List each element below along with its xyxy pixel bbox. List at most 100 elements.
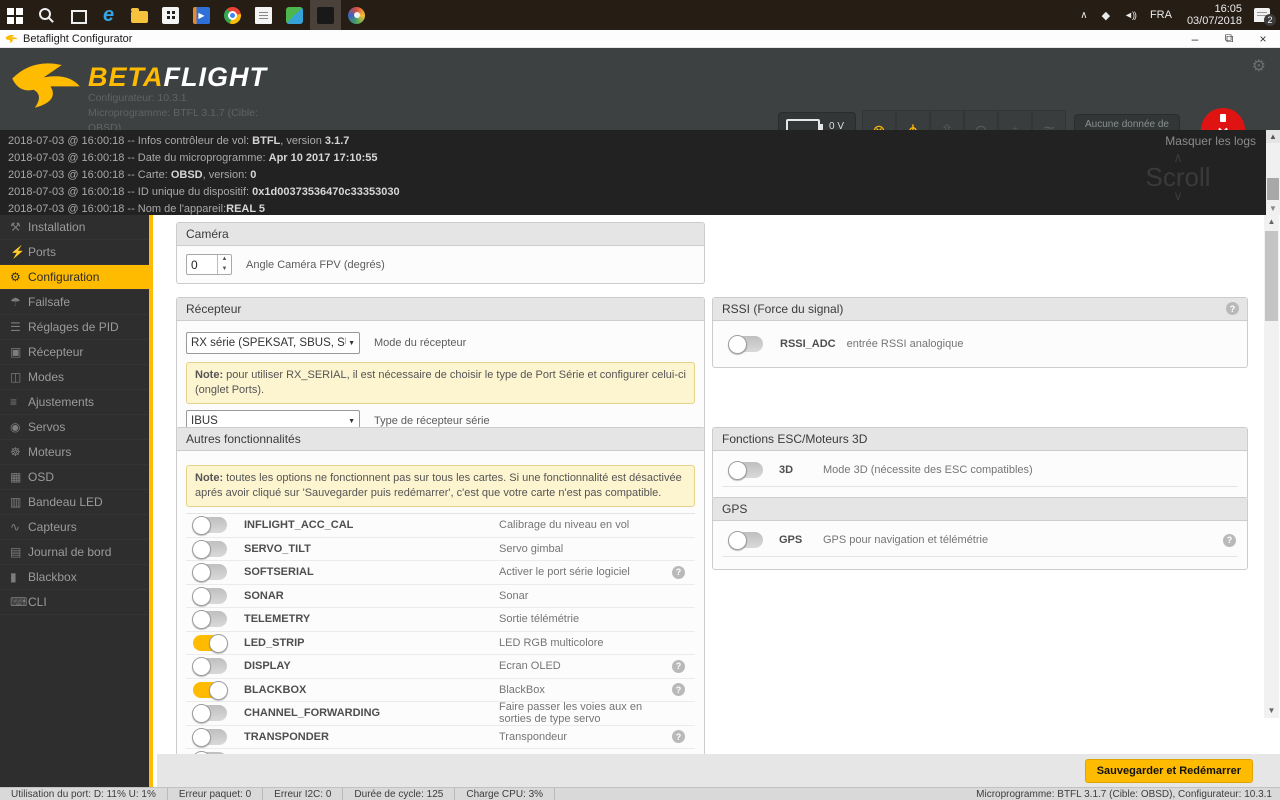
receiver-mode-select[interactable]: RX série (SPEKSAT, SBUS, SUMD▼ bbox=[186, 332, 360, 354]
taskbar-app-button[interactable] bbox=[93, 0, 124, 30]
feature-toggle[interactable] bbox=[192, 586, 227, 606]
sidebar-item-label: Bandeau LED bbox=[28, 495, 103, 509]
feature-toggle[interactable] bbox=[192, 657, 227, 677]
sidebar-item[interactable]: ⚙ Configuration bbox=[0, 265, 149, 290]
gps-name: GPS bbox=[779, 534, 803, 546]
firmware-version-line2: OBSD) bbox=[88, 122, 122, 130]
feature-description: Activer le port série logiciel bbox=[499, 566, 630, 579]
sidebar-item-icon: ∿ bbox=[10, 520, 21, 534]
maximize-button[interactable]: ⧉ bbox=[1212, 30, 1246, 48]
sidebar-item[interactable]: ⌨ CLI bbox=[0, 590, 149, 615]
feature-toggle[interactable] bbox=[192, 516, 227, 536]
log-scrollbar-thumb[interactable] bbox=[1267, 178, 1279, 200]
sidebar-nav: ⚒ Installation ⚡ Ports ⚙ Configuration ☂… bbox=[0, 215, 153, 787]
taskbar-app-button[interactable] bbox=[279, 0, 310, 30]
help-icon[interactable]: ? bbox=[1223, 533, 1236, 547]
sidebar-item[interactable]: ≡ Ajustements bbox=[0, 390, 149, 415]
feature-toggle[interactable] bbox=[192, 563, 227, 583]
spinner-down-icon: ▼ bbox=[221, 265, 228, 272]
feature-toggle[interactable] bbox=[192, 704, 227, 724]
battery-indicator: 0 V ⚠ ☂ ⚭ bbox=[778, 112, 856, 130]
close-button[interactable]: × bbox=[1246, 30, 1280, 48]
sidebar-item[interactable]: ☸ Moteurs bbox=[0, 440, 149, 465]
taskbar-app-button[interactable] bbox=[0, 0, 31, 30]
minimize-button[interactable]: – bbox=[1178, 30, 1212, 48]
feature-toggle[interactable] bbox=[192, 610, 227, 630]
feature-toggle[interactable] bbox=[192, 727, 227, 747]
scrollbar-down-icon[interactable]: ▼ bbox=[1266, 202, 1280, 215]
tray-chevron-icon[interactable]: ∧ bbox=[1073, 0, 1094, 30]
feature-toggle[interactable] bbox=[192, 539, 227, 559]
sidebar-item[interactable]: ∿ Capteurs bbox=[0, 515, 149, 540]
mode-3d-name: 3D bbox=[779, 464, 794, 476]
scrollbar-down-icon[interactable]: ▼ bbox=[1264, 704, 1279, 718]
receiver-note: Note: pour utiliser RX_SERIAL, il est né… bbox=[186, 362, 695, 404]
disconnect-usb-icon bbox=[1201, 108, 1245, 130]
sidebar-item[interactable]: ◉ Servos bbox=[0, 415, 149, 440]
help-icon[interactable]: ? bbox=[672, 730, 685, 744]
language-indicator[interactable]: FRA bbox=[1143, 0, 1179, 30]
gps-section-header: GPS bbox=[713, 498, 1247, 521]
feature-toggle[interactable] bbox=[193, 633, 228, 653]
clock[interactable]: 16:05 03/07/2018 bbox=[1179, 3, 1250, 27]
rssi-section-header: RSSI (Force du signal) ? bbox=[713, 298, 1247, 321]
content-scrollbar[interactable]: ▲ ▼ bbox=[1264, 215, 1279, 718]
taskbar-app-button[interactable] bbox=[62, 0, 93, 30]
taskbar-app-button[interactable] bbox=[217, 0, 248, 30]
disconnect-button[interactable]: Déconnecter bbox=[1188, 108, 1258, 130]
taskbar-app-button[interactable] bbox=[186, 0, 217, 30]
sidebar-item[interactable]: ▤ Journal de bord bbox=[0, 540, 149, 565]
taskbar-app-button[interactable] bbox=[248, 0, 279, 30]
rssi-adc-toggle[interactable] bbox=[728, 335, 763, 354]
flash-data-button[interactable]: Aucune donnée de flash puce trouvée bbox=[1074, 114, 1180, 130]
taskbar-app-icon bbox=[7, 6, 24, 24]
gps-toggle[interactable] bbox=[728, 531, 763, 550]
sensor-status-bar: ⊗ Gyro ⋔ Accel ⇧ Mag ⊙ Baro bbox=[862, 110, 1066, 130]
taskbar-app-button[interactable] bbox=[155, 0, 186, 30]
sidebar-item[interactable]: ⚡ Ports bbox=[0, 240, 149, 265]
app-title: BETAFLIGHT bbox=[88, 62, 267, 92]
taskbar-app-button[interactable] bbox=[310, 0, 341, 30]
esc-3d-section: Fonctions ESC/Moteurs 3D 3D Mode 3D (néc… bbox=[712, 427, 1248, 500]
content-scrollbar-thumb[interactable] bbox=[1265, 231, 1278, 321]
sidebar-item[interactable]: ⚒ Installation bbox=[0, 215, 149, 240]
scrollbar-up-icon[interactable]: ▲ bbox=[1266, 130, 1280, 143]
taskbar-app-icon bbox=[317, 6, 334, 24]
feature-description: Transpondeur bbox=[499, 730, 568, 743]
feature-row: SERVO_TILT Servo gimbal bbox=[186, 536, 695, 561]
camera-angle-input[interactable]: 0 ▲ ▼ bbox=[186, 254, 232, 275]
spinner-up-icon: ▲ bbox=[221, 256, 228, 262]
sidebar-item[interactable]: ▮ Blackbox bbox=[0, 565, 149, 590]
sidebar-item[interactable]: ◫ Modes bbox=[0, 365, 149, 390]
sidebar-item[interactable]: ☂ Failsafe bbox=[0, 290, 149, 315]
sidebar-item[interactable]: ▥ Bandeau LED bbox=[0, 490, 149, 515]
window-titlebar: Betaflight Configurator – ⧉ × bbox=[0, 30, 1280, 48]
sidebar-item[interactable]: ▣ Récepteur bbox=[0, 340, 149, 365]
help-icon[interactable]: ? bbox=[672, 659, 685, 673]
taskbar-app-icon bbox=[348, 6, 365, 24]
log-scrollbar[interactable]: ▲ ▼ bbox=[1266, 130, 1280, 215]
hide-logs-link[interactable]: Masquer les logs bbox=[1165, 134, 1256, 148]
dropbox-icon[interactable]: ◆ bbox=[1095, 0, 1117, 30]
number-spinner[interactable]: ▲ ▼ bbox=[217, 255, 231, 274]
sidebar-item-label: Récepteur bbox=[28, 345, 84, 359]
sidebar-item[interactable]: ▦ OSD bbox=[0, 465, 149, 490]
help-icon[interactable]: ? bbox=[672, 565, 685, 579]
taskbar-app-button[interactable] bbox=[341, 0, 372, 30]
gear-icon[interactable]: ⚙ bbox=[1252, 56, 1266, 76]
notification-center-icon[interactable]: 2 bbox=[1254, 8, 1276, 26]
taskbar-app-button[interactable] bbox=[31, 0, 62, 30]
taskbar-app-button[interactable] bbox=[124, 0, 155, 30]
help-icon[interactable]: ? bbox=[1226, 302, 1239, 315]
scrollbar-up-icon[interactable]: ▲ bbox=[1264, 215, 1279, 229]
feature-toggle[interactable] bbox=[193, 680, 228, 700]
feature-name: SOFTSERIAL bbox=[244, 566, 314, 579]
feature-description: LED RGB multicolore bbox=[499, 636, 604, 649]
mode-3d-toggle[interactable] bbox=[728, 461, 763, 480]
sidebar-item-icon: ⌨ bbox=[10, 595, 28, 609]
feature-description: Calibrage du niveau en vol bbox=[499, 519, 630, 532]
sidebar-item[interactable]: ☰ Réglages de PID bbox=[0, 315, 149, 340]
help-icon[interactable]: ? bbox=[672, 683, 685, 697]
speaker-icon[interactable]: ◄)) bbox=[1117, 0, 1143, 30]
save-and-reboot-button[interactable]: Sauvegarder et Redémarrer bbox=[1084, 759, 1253, 783]
